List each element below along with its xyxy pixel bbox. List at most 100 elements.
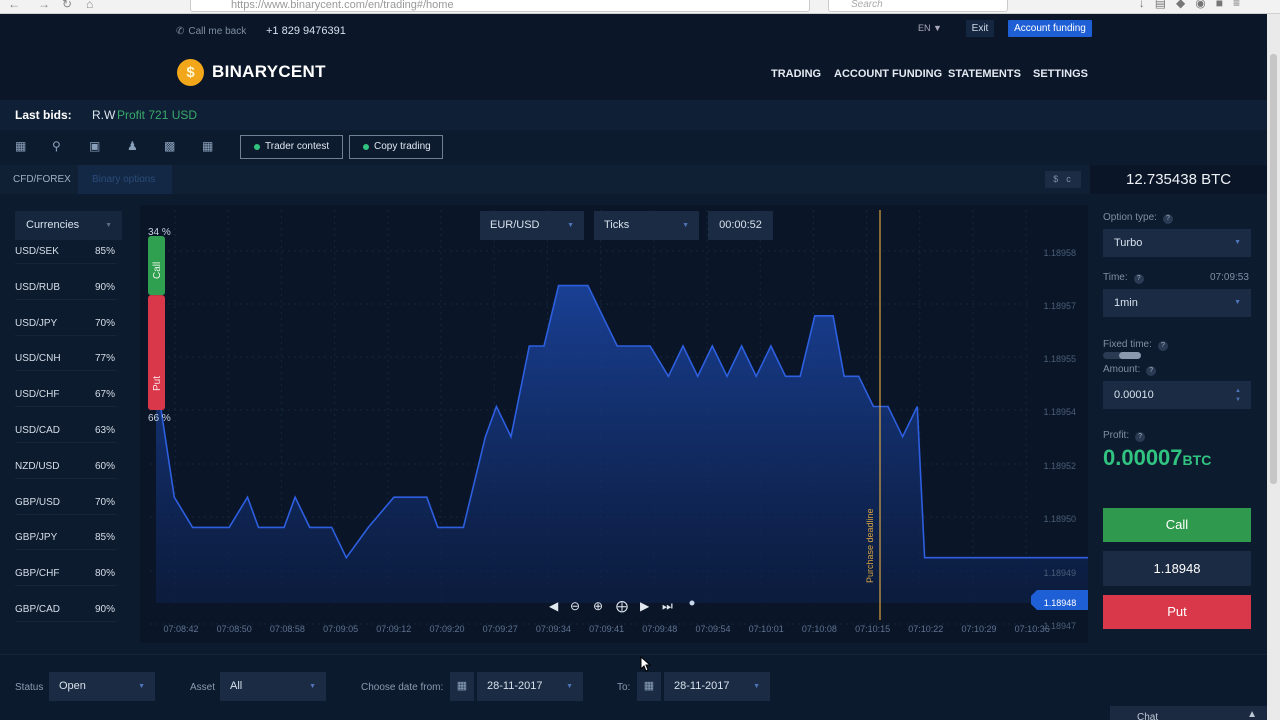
list-item[interactable]: NZD/USD 60% xyxy=(15,461,117,479)
nav-trading[interactable]: TRADING xyxy=(771,68,821,80)
tab-cfd-forex[interactable]: CFD/FOREX xyxy=(0,165,78,194)
call-me-back-label: Call me back xyxy=(188,26,247,37)
asset-filter-select[interactable]: All ▼ xyxy=(220,672,326,701)
amount-input[interactable]: 0.00010 ▲ ▼ xyxy=(1103,381,1251,409)
help-icon[interactable]: ? xyxy=(1135,432,1146,442)
option-type-value: Turbo xyxy=(1114,237,1143,249)
help-icon[interactable]: ? xyxy=(1162,214,1173,224)
zoom-in-icon[interactable]: ⊕ xyxy=(593,599,603,613)
y-tick-label: 1.18950 xyxy=(1043,514,1076,524)
currency-cent[interactable]: c xyxy=(1066,174,1079,184)
nav-settings[interactable]: SETTINGS xyxy=(1033,68,1088,80)
status-dot xyxy=(363,144,369,150)
tab-binary-options[interactable]: Binary options xyxy=(78,165,172,194)
profit-amount: 0.00007 xyxy=(1103,445,1183,470)
status-select[interactable]: Open ▼ xyxy=(49,672,155,701)
x-tick-label: 07:09:05 xyxy=(323,624,358,634)
fixed-time-toggle[interactable] xyxy=(1103,352,1141,359)
chevron-up-icon[interactable]: ▲ xyxy=(1247,706,1257,720)
option-type-label-text: Option type: xyxy=(1103,212,1157,223)
scroll-left-icon[interactable]: ◀ xyxy=(549,599,558,613)
pair-name: USD/SEK xyxy=(15,246,59,257)
exit-button[interactable]: Exit xyxy=(966,20,994,37)
call-me-back-link[interactable]: ✆ Call me back xyxy=(176,26,246,37)
call-sentiment-label: Call xyxy=(152,262,163,279)
language-selector[interactable]: EN ▼ xyxy=(918,23,942,33)
pair-payout: 63% xyxy=(94,425,115,436)
pair-name: NZD/USD xyxy=(15,460,60,472)
y-tick-label: 1.18954 xyxy=(1043,407,1076,417)
date-from-input[interactable]: 28-11-2017 ▼ xyxy=(477,672,583,701)
duration-select[interactable]: 1min ▼ xyxy=(1103,289,1251,317)
browser-search-input[interactable]: Search xyxy=(828,0,1008,12)
asset-category-select[interactable]: Currencies ▼ xyxy=(15,211,122,240)
users-icon[interactable]: ♟ xyxy=(127,139,138,153)
panel-icon[interactable]: ▣ xyxy=(89,139,100,153)
reload-icon[interactable]: ↻ xyxy=(62,0,72,11)
home-icon[interactable]: ⌂ xyxy=(86,0,93,11)
area-chart-icon[interactable]: ▦ xyxy=(15,139,26,153)
zoom-icon[interactable]: ⚲ xyxy=(52,139,61,153)
center-icon[interactable]: ⨁ xyxy=(616,599,628,613)
page-scrollbar[interactable] xyxy=(1267,14,1280,720)
currency-toggle[interactable]: $c xyxy=(1045,171,1081,188)
server-time: 07:09:53 xyxy=(1210,272,1249,283)
back-icon[interactable]: ← xyxy=(8,0,20,11)
calendar-icon[interactable]: ▦ xyxy=(637,672,661,701)
trader-contest-button[interactable]: Trader contest xyxy=(240,135,343,159)
account-balance: 12.735438 BTC xyxy=(1090,165,1267,194)
mouse-cursor xyxy=(640,656,652,672)
x-tick-label: 07:09:54 xyxy=(695,624,730,634)
help-icon[interactable]: ? xyxy=(1133,274,1144,284)
zoom-out-icon[interactable]: ⊖ xyxy=(570,599,580,613)
jump-to-end-icon[interactable]: ⏭ xyxy=(662,599,673,614)
calendar-icon[interactable]: ▦ xyxy=(202,139,213,153)
pair-payout: 67% xyxy=(94,389,115,401)
list-item[interactable]: GBP/USD 70% xyxy=(15,497,117,515)
list-item[interactable]: USD/RUB 90% xyxy=(15,282,117,300)
forward-icon[interactable]: → xyxy=(38,0,50,11)
option-type-select[interactable]: Turbo ▼ xyxy=(1103,229,1251,257)
calendar-icon[interactable]: ▦ xyxy=(450,672,474,701)
scroll-right-icon[interactable]: ▶ xyxy=(640,599,649,613)
stepper-icon[interactable]: ▲ ▼ xyxy=(1235,387,1241,405)
currency-dollar[interactable]: $ xyxy=(1053,174,1066,184)
call-button[interactable]: Call xyxy=(1103,508,1251,542)
chart-mode-select[interactable]: Ticks ▼ xyxy=(594,211,699,240)
logo[interactable]: $ BINARYCENT xyxy=(177,58,326,86)
toggle-knob[interactable] xyxy=(1119,352,1141,359)
nav-account-funding[interactable]: ACCOUNT FUNDING xyxy=(834,68,942,80)
pair-payout: 90% xyxy=(94,604,115,615)
list-item[interactable]: GBP/CAD 90% xyxy=(15,604,117,622)
nav-statements[interactable]: STATEMENTS xyxy=(948,68,1021,80)
bar-chart-icon[interactable]: ▩ xyxy=(164,139,175,153)
put-button[interactable]: Put xyxy=(1103,595,1251,629)
account-funding-button[interactable]: Account funding xyxy=(1008,20,1092,37)
price-chart[interactable]: 07:08:42 07:08:50 07:08:58 07:09:05 07:09:12… xyxy=(140,205,1088,643)
x-tick-label: 07:09:48 xyxy=(642,624,677,634)
date-to-input[interactable]: 28-11-2017 ▼ xyxy=(664,672,770,701)
list-item[interactable]: USD/CHF 67% xyxy=(15,389,117,408)
asset-select[interactable]: EUR/USD ▼ xyxy=(480,211,584,240)
pair-payout: 60% xyxy=(94,460,115,472)
list-item[interactable]: USD/JPY 70% xyxy=(15,318,117,336)
current-price-label: 1.18948 xyxy=(1044,598,1077,608)
chat-widget[interactable]: Chat ▲ xyxy=(1110,706,1267,720)
scrollbar-thumb[interactable] xyxy=(1270,54,1277,484)
status-value: Open xyxy=(59,680,86,692)
copy-trading-button[interactable]: Copy trading xyxy=(349,135,443,159)
list-item[interactable]: GBP/CHF 80% xyxy=(15,568,117,587)
address-bar[interactable]: https://www.binarycent.com/en/trading#/h… xyxy=(190,0,810,12)
browser-extension-icons[interactable]: ↓▤◆◉■≡ xyxy=(1139,0,1250,10)
help-icon[interactable]: ? xyxy=(1146,366,1157,376)
asset-label: Asset xyxy=(190,682,216,693)
help-icon[interactable]: ? xyxy=(1157,341,1168,351)
pair-name: GBP/CAD xyxy=(15,604,61,615)
x-tick-label: 07:10:15 xyxy=(855,624,890,634)
list-item[interactable]: GBP/JPY 85% xyxy=(15,532,117,551)
list-item[interactable]: USD/SEK 85% xyxy=(15,246,117,264)
list-item[interactable]: USD/CNH 77% xyxy=(15,353,117,372)
y-tick-label: 1.18947 xyxy=(1043,621,1076,631)
list-item[interactable]: USD/CAD 63% xyxy=(15,425,117,443)
chevron-down-icon: ▼ xyxy=(753,683,760,690)
